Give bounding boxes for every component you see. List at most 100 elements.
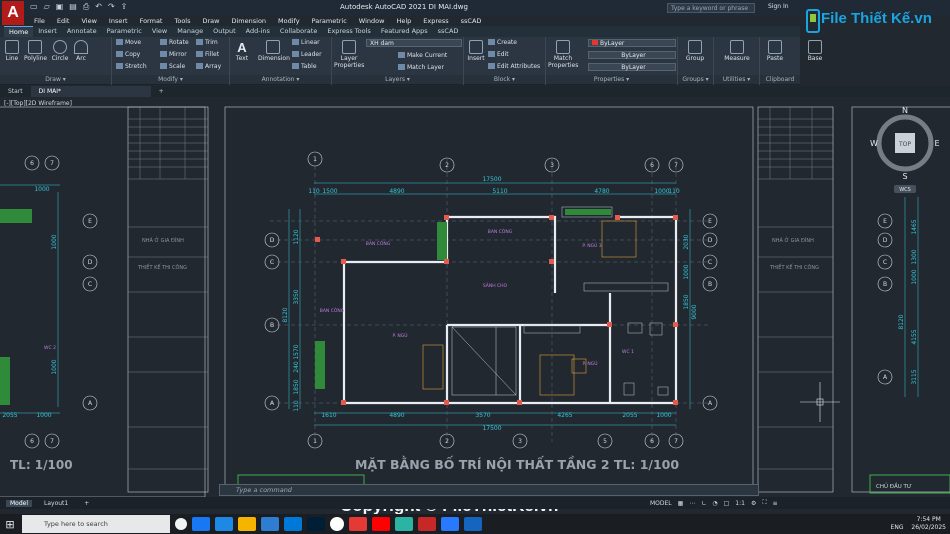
autocad-taskbar-icon[interactable] — [418, 517, 436, 531]
rotate-button[interactable]: Rotate — [160, 39, 189, 46]
tab-sscad[interactable]: ssCAD — [433, 26, 464, 37]
drawing-viewport[interactable]: [-][Top][2D Wireframe] NHÀ Ở GIA ĐÌNH TH… — [0, 97, 950, 497]
menu-insert[interactable]: Insert — [103, 16, 134, 26]
fullscreen-icon[interactable]: ⛶ — [762, 499, 766, 507]
gear-icon[interactable]: ⚙ — [751, 500, 756, 507]
utilities-panel-title[interactable]: Utilities ▾ — [714, 75, 759, 84]
tab-view[interactable]: View — [147, 26, 172, 37]
menu-icon[interactable]: ≡ — [773, 500, 778, 507]
menu-parametric[interactable]: Parametric — [306, 16, 353, 26]
mirror-button[interactable]: Mirror — [160, 51, 187, 58]
store-icon[interactable] — [284, 517, 302, 531]
facebook-icon[interactable] — [192, 517, 210, 531]
menu-format[interactable]: Format — [134, 16, 169, 26]
insert-button[interactable]: Insert — [467, 40, 485, 62]
layer-properties-button[interactable]: Layer Properties — [334, 40, 364, 69]
match-properties-button[interactable]: Match Properties — [548, 40, 578, 69]
menu-express[interactable]: Express — [417, 16, 454, 26]
search-input[interactable]: Type a keyword or phrase — [667, 3, 755, 13]
menu-help[interactable]: Help — [390, 16, 417, 26]
tab-express-tools[interactable]: Express Tools — [322, 26, 375, 37]
tab-drawing[interactable]: DI MAI* — [30, 86, 151, 97]
app-icon[interactable] — [349, 517, 367, 531]
tab-home[interactable]: Home — [4, 26, 34, 37]
snap-toggle-icon[interactable]: ⋯ — [689, 500, 695, 507]
fillet-button[interactable]: Fillet — [196, 51, 219, 58]
lineweight-dropdown[interactable]: ByLayer — [588, 63, 676, 71]
sign-in-link[interactable]: Sign In — [768, 3, 789, 10]
undo-icon[interactable]: ↶ — [95, 2, 102, 12]
stretch-button[interactable]: Stretch — [116, 63, 147, 70]
circle-button[interactable]: Circle — [51, 40, 69, 62]
edge-icon[interactable] — [215, 517, 233, 531]
menu-draw[interactable]: Draw — [197, 16, 226, 26]
annotation-scale[interactable]: 1:1 — [735, 500, 745, 507]
print-icon[interactable]: ⎙ — [83, 2, 89, 12]
color-dropdown[interactable]: ByLayer — [588, 39, 676, 47]
menu-edit[interactable]: Edit — [51, 16, 76, 26]
mail-icon[interactable] — [261, 517, 279, 531]
make-current-button[interactable]: Make Current — [398, 52, 447, 59]
save-as-icon[interactable]: ▤ — [69, 2, 77, 12]
copy-button[interactable]: Copy — [116, 51, 140, 58]
tab-start[interactable]: Start — [0, 86, 31, 97]
menu-view[interactable]: View — [75, 16, 102, 26]
language-indicator[interactable]: ENG — [891, 524, 904, 531]
trim-button[interactable]: Trim — [196, 39, 218, 46]
edit-attributes-button[interactable]: Edit Attributes — [488, 63, 540, 70]
layer-dropdown[interactable]: XH dam — [366, 39, 462, 47]
groups-panel-title[interactable]: Groups ▾ — [678, 75, 713, 84]
share-icon[interactable]: ⇪ — [121, 2, 128, 12]
clipboard-panel-title[interactable]: Clipboard — [760, 75, 800, 84]
modify-panel-title[interactable]: Modify ▾ — [112, 75, 229, 84]
windows-start-icon[interactable]: ⊞ — [0, 514, 20, 534]
text-button[interactable]: A Text — [234, 40, 250, 62]
tab-insert[interactable]: Insert — [33, 26, 62, 37]
tab-featured-apps[interactable]: Featured Apps — [376, 26, 433, 37]
linear-button[interactable]: Linear — [292, 39, 320, 46]
array-button[interactable]: Array — [196, 63, 221, 70]
line-button[interactable]: Line — [3, 40, 21, 62]
osnap-toggle-icon[interactable]: □ — [724, 500, 730, 507]
open-icon[interactable]: ▱ — [44, 2, 50, 12]
grid-toggle-icon[interactable]: ▦ — [678, 500, 684, 507]
scale-button[interactable]: Scale — [160, 63, 185, 70]
redo-icon[interactable]: ↷ — [108, 2, 115, 12]
tab-model[interactable]: Model — [6, 499, 33, 507]
task-view-icon[interactable] — [175, 518, 187, 530]
tab-layout1[interactable]: Layout1 — [40, 500, 72, 507]
measure-button[interactable]: Measure — [718, 40, 756, 62]
linetype-dropdown[interactable]: ByLayer — [588, 51, 676, 59]
youtube-icon[interactable] — [372, 517, 390, 531]
tab-manage[interactable]: Manage — [172, 26, 208, 37]
photoshop-icon[interactable] — [307, 517, 325, 531]
table-button[interactable]: Table — [292, 63, 317, 70]
block-panel-title[interactable]: Block ▾ — [464, 75, 545, 84]
tab-annotate[interactable]: Annotate — [62, 26, 102, 37]
ortho-toggle-icon[interactable]: ∟ — [701, 500, 706, 507]
match-layer-button[interactable]: Match Layer — [398, 64, 444, 71]
tab-output[interactable]: Output — [208, 26, 241, 37]
polyline-button[interactable]: Polyline — [24, 40, 47, 62]
layers-panel-title[interactable]: Layers ▾ — [332, 75, 463, 84]
new-tab-icon[interactable]: + — [151, 86, 172, 97]
new-icon[interactable]: ▭ — [30, 2, 38, 12]
zalo-icon[interactable] — [441, 517, 459, 531]
menu-tools[interactable]: Tools — [168, 16, 196, 26]
leader-button[interactable]: Leader — [292, 51, 322, 58]
model-space-button[interactable]: MODEL — [650, 500, 672, 507]
clock[interactable]: 7:54 PM 26/02/2025 — [911, 516, 946, 532]
word-icon[interactable] — [464, 517, 482, 531]
menu-sscad[interactable]: ssCAD — [455, 16, 488, 26]
add-layout-button[interactable]: + — [80, 500, 93, 507]
annotation-panel-title[interactable]: Annotation ▾ — [230, 75, 331, 84]
viewcube[interactable]: N S E W TOP WCS — [870, 105, 940, 195]
save-icon[interactable]: ▣ — [56, 2, 64, 12]
chrome-icon[interactable] — [330, 517, 344, 531]
draw-panel-title[interactable]: Draw ▾ — [0, 75, 111, 84]
tab-collaborate[interactable]: Collaborate — [275, 26, 322, 37]
move-button[interactable]: Move — [116, 39, 141, 46]
menu-dimension[interactable]: Dimension — [225, 16, 272, 26]
file-explorer-icon[interactable] — [238, 517, 256, 531]
menu-modify[interactable]: Modify — [272, 16, 306, 26]
